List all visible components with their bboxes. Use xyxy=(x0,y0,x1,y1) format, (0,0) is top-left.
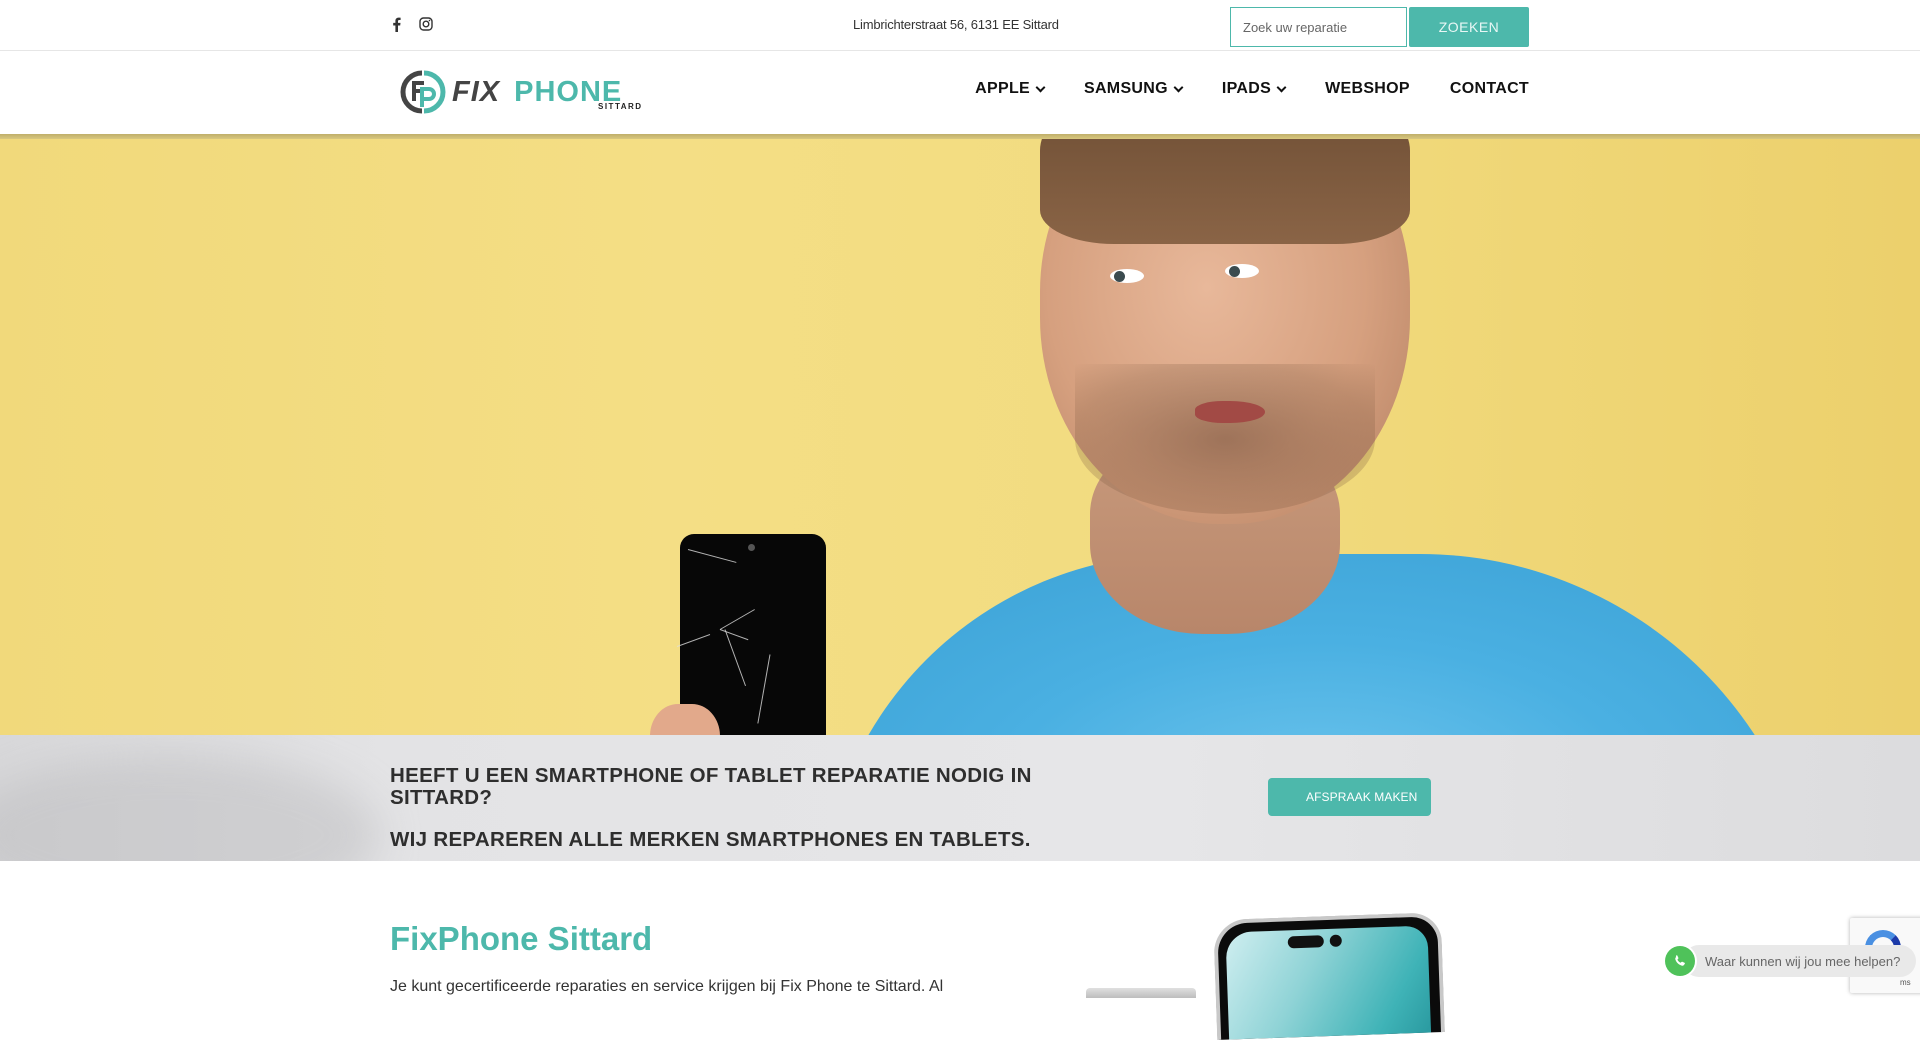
iphone-image xyxy=(1212,912,1446,1040)
whatsapp-chat-widget[interactable]: Waar kunnen wij jou mee helpen? xyxy=(1665,945,1917,977)
nav-item-ipads[interactable]: IPADS xyxy=(1222,80,1287,98)
logo-mark-icon xyxy=(400,69,446,115)
banner-subheading: WIJ REPAREREN ALLE MERKEN SMARTPHONES EN… xyxy=(390,828,1031,851)
broken-phone-image xyxy=(676,534,826,735)
logo-word-fix: FIX xyxy=(452,75,501,108)
nav-item-contact[interactable]: CONTACT xyxy=(1450,80,1529,98)
make-appointment-button[interactable]: AFSPRAAK MAKEN xyxy=(1268,778,1431,816)
device-image-secondary xyxy=(1086,988,1196,998)
nav-item-webshop[interactable]: WEBSHOP xyxy=(1325,80,1410,98)
whatsapp-message-bubble[interactable]: Waar kunnen wij jou mee helpen? xyxy=(1683,945,1917,977)
store-address: Limbrichterstraat 56, 6131 EE Sittard xyxy=(853,17,1059,32)
hero-image xyxy=(0,134,1920,735)
top-bar: Limbrichterstraat 56, 6131 EE Sittard ZO… xyxy=(0,0,1920,51)
main-nav: APPLE SAMSUNG IPADS WEBSHOP CONTACT xyxy=(975,80,1529,98)
nav-item-apple[interactable]: APPLE xyxy=(975,80,1046,98)
site-logo[interactable]: FIX PHONE SITTARD xyxy=(400,68,650,116)
chevron-down-icon xyxy=(1173,82,1184,92)
repair-search-input[interactable] xyxy=(1230,7,1407,47)
instagram-icon[interactable] xyxy=(419,16,433,32)
social-links xyxy=(389,16,433,32)
chevron-down-icon xyxy=(1035,82,1046,92)
search-button[interactable]: ZOEKEN xyxy=(1409,7,1529,47)
facebook-icon[interactable] xyxy=(389,16,403,32)
site-header: FIX PHONE SITTARD APPLE SAMSUNG IPADS WE… xyxy=(0,52,1920,134)
banner-heading: HEEFT U EEN SMARTPHONE OF TABLET REPARAT… xyxy=(390,764,1032,809)
intro-text: Je kunt gecertificeerde reparaties en se… xyxy=(390,978,944,995)
intro-title: FixPhone Sittard xyxy=(390,920,653,957)
logo-subtitle: SITTARD xyxy=(598,102,643,111)
whatsapp-icon[interactable] xyxy=(1665,946,1695,976)
nav-item-samsung[interactable]: SAMSUNG xyxy=(1084,80,1184,98)
cta-banner: HEEFT U EEN SMARTPHONE OF TABLET REPARAT… xyxy=(0,735,1920,861)
chevron-down-icon xyxy=(1276,82,1287,92)
